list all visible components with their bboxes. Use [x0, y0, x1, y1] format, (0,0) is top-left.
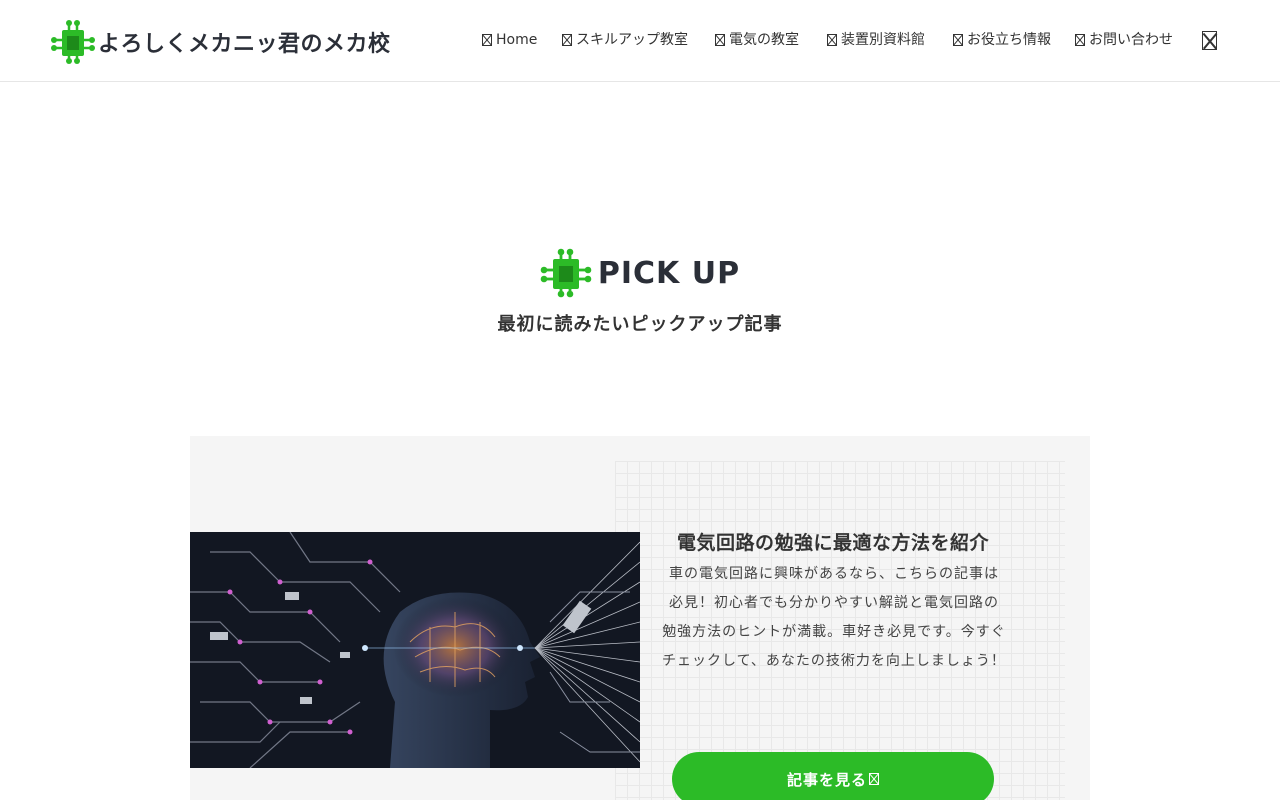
nav-item-label: Home: [496, 32, 538, 48]
nav-menu-button[interactable]: [1202, 30, 1218, 50]
site-title: よろしくメカニッ君のメカ校: [98, 32, 391, 57]
site-header: よろしくメカニッ君のメカ校 Home スキルアップ教室 電気の教室 装置別資料館…: [0, 0, 1280, 82]
missing-glyph-icon: [1075, 34, 1085, 46]
nav-item-useful-info[interactable]: お役立ち情報: [953, 28, 1051, 52]
nav-item-home[interactable]: Home: [482, 28, 537, 52]
missing-glyph-icon: [953, 34, 963, 46]
missing-glyph-icon: [869, 773, 879, 785]
nav-item-label: 装置別資料館: [841, 32, 925, 48]
pickup-title: PICK UP: [597, 255, 741, 291]
nav-item-electric[interactable]: 電気の教室: [715, 28, 799, 52]
article-title[interactable]: 電気回路の勉強に最適な方法を紹介: [640, 528, 1026, 555]
missing-glyph-icon: [715, 34, 725, 46]
circuit-chip-icon: [540, 248, 592, 298]
article-description: 車の電気回路に興味があるなら、こちらの記事は必見！初心者でも分かりやすい解説と電…: [662, 566, 1006, 669]
missing-glyph-icon: [827, 34, 837, 46]
pickup-section-header: PICK UP 最初に読みたいピックアップ記事: [0, 248, 1280, 336]
missing-glyph-icon: [562, 34, 572, 46]
circuit-chip-icon: [51, 20, 95, 64]
nav-item-label: スキルアップ教室: [576, 32, 688, 48]
ai-brain-circuit-image[interactable]: [190, 532, 640, 768]
pickup-subtitle: 最初に読みたいピックアップ記事: [497, 314, 783, 335]
site-logo[interactable]: よろしくメカニッ君のメカ校: [50, 20, 391, 64]
read-article-button[interactable]: 記事を見る: [672, 752, 994, 800]
missing-glyph-icon: [1202, 31, 1217, 50]
pickup-title-row: PICK UP: [0, 248, 1280, 298]
nav-item-equipment[interactable]: 装置別資料館: [827, 28, 925, 52]
nav-item-contact[interactable]: お問い合わせ: [1075, 28, 1173, 52]
missing-glyph-icon: [482, 34, 492, 46]
nav-item-label: お問い合わせ: [1089, 32, 1173, 48]
nav-item-skillup[interactable]: スキルアップ教室: [562, 28, 688, 52]
nav-item-label: 電気の教室: [729, 32, 799, 48]
read-article-button-label: 記事を見る: [786, 771, 867, 789]
pickup-article-card: 電気回路の勉強に最適な方法を紹介 車の電気回路に興味があるなら、こちらの記事は必…: [190, 436, 1090, 800]
nav-item-label: お役立ち情報: [967, 32, 1051, 48]
